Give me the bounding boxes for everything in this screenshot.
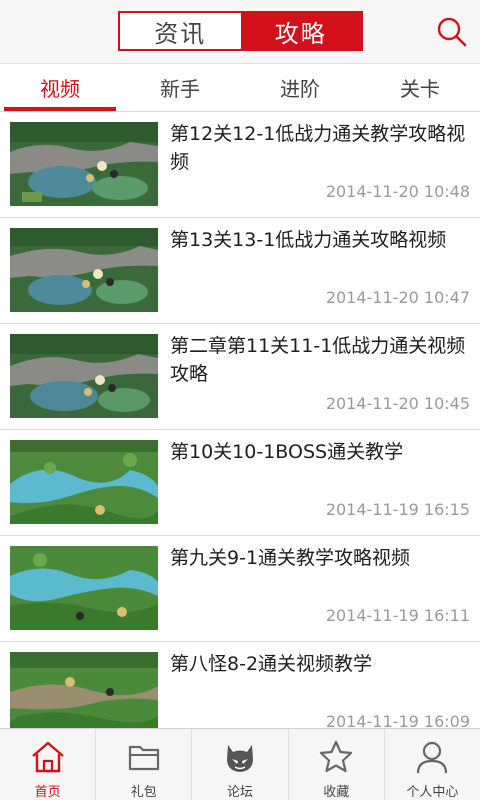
nav-label: 礼包	[130, 785, 157, 800]
tab-levels[interactable]: 关卡	[360, 64, 480, 111]
article-time: 2014-11-20 10:48	[325, 182, 470, 201]
mask-icon	[227, 745, 253, 772]
home-icon	[31, 741, 64, 773]
nav-favorites[interactable]: 收藏	[289, 729, 385, 800]
list-item[interactable]: 第13关13-1低战力通关攻略视频 2014-11-20 10:47	[0, 218, 480, 324]
nav-home[interactable]: 首页	[0, 729, 97, 800]
user-icon	[417, 741, 448, 774]
bottom-nav: 首页 礼包 论坛 收藏 个人中心	[0, 728, 480, 800]
article-time: 2014-11-19 16:09	[325, 712, 470, 728]
nav-label: 论坛	[227, 785, 254, 800]
article-title: 第12关12-1低战力通关教学攻略视频	[170, 123, 466, 173]
list-item[interactable]: 第12关12-1低战力通关教学攻略视频 2014-11-20 10:48	[0, 112, 480, 218]
video-thumbnail	[10, 334, 158, 418]
nav-profile[interactable]: 个人中心	[385, 729, 480, 800]
sub-tabs: 视频 新手 进阶 关卡	[0, 64, 480, 112]
video-thumbnail	[10, 652, 158, 728]
tab-news[interactable]: 资讯	[120, 13, 241, 49]
video-thumbnail	[10, 440, 158, 524]
article-title: 第八怪8-2通关视频教学	[170, 653, 373, 675]
nav-forum[interactable]: 论坛	[192, 729, 289, 800]
list-item[interactable]: 第八怪8-2通关视频教学 2014-11-19 16:09	[0, 642, 480, 728]
nav-gifts[interactable]: 礼包	[96, 729, 193, 800]
segment-control: 资讯 攻略	[118, 11, 363, 51]
tab-video[interactable]: 视频	[0, 64, 120, 111]
nav-label: 首页	[34, 785, 61, 800]
nav-label: 个人中心	[406, 785, 459, 800]
list-item[interactable]: 第10关10-1BOSS通关教学 2014-11-19 16:15	[0, 430, 480, 536]
article-title: 第10关10-1BOSS通关教学	[170, 441, 404, 463]
nav-label: 收藏	[323, 785, 350, 800]
tab-beginner[interactable]: 新手	[120, 64, 240, 111]
article-list: 第12关12-1低战力通关教学攻略视频 2014-11-20 10:48 第13…	[0, 112, 480, 728]
search-button[interactable]	[436, 16, 468, 48]
search-icon	[437, 17, 467, 47]
video-thumbnail	[10, 228, 158, 312]
article-time: 2014-11-19 16:11	[325, 606, 470, 625]
video-thumbnail	[10, 122, 158, 206]
tab-guides[interactable]: 攻略	[240, 13, 361, 49]
article-title: 第九关9-1通关教学攻略视频	[170, 547, 411, 569]
list-item[interactable]: 第九关9-1通关教学攻略视频 2014-11-19 16:11	[0, 536, 480, 642]
video-thumbnail	[10, 546, 158, 630]
article-title: 第13关13-1低战力通关攻略视频	[170, 229, 447, 251]
folder-icon	[128, 745, 159, 771]
star-icon	[320, 740, 353, 773]
article-title: 第二章第11关11-1低战力通关视频攻略	[170, 335, 466, 385]
article-time: 2014-11-20 10:45	[325, 394, 470, 413]
article-time: 2014-11-19 16:15	[325, 500, 470, 519]
tab-advanced[interactable]: 进阶	[240, 64, 360, 111]
top-header: 资讯 攻略	[0, 0, 480, 64]
list-item[interactable]: 第二章第11关11-1低战力通关视频攻略 2014-11-20 10:45	[0, 324, 480, 430]
article-time: 2014-11-20 10:47	[325, 288, 470, 307]
